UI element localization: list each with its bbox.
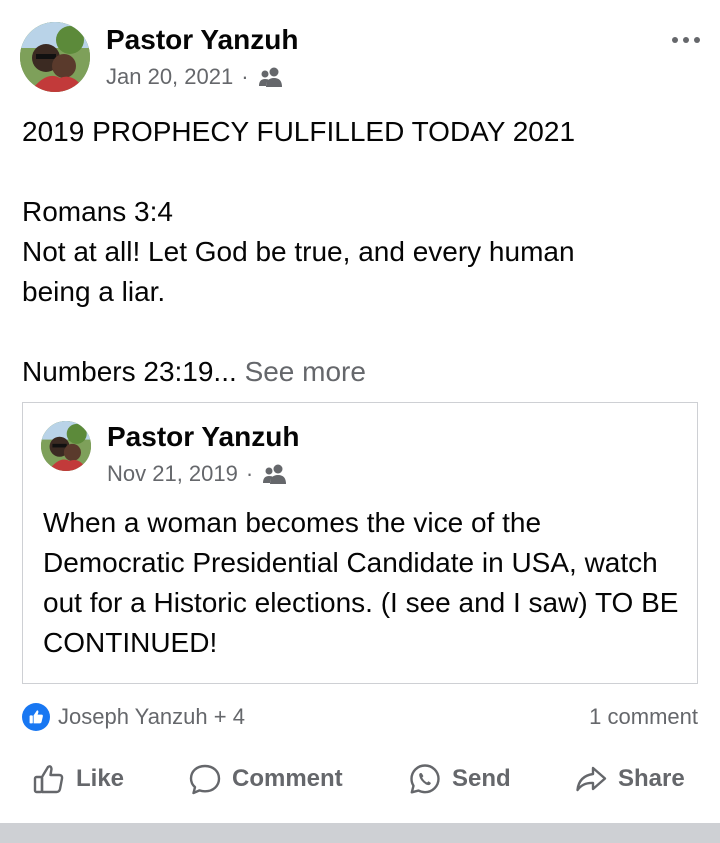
author-name[interactable]: Pastor Yanzuh — [106, 24, 298, 56]
like-button[interactable]: Like — [32, 762, 124, 796]
more-options-button[interactable] — [664, 30, 700, 50]
comment-count[interactable]: 1 comment — [589, 704, 698, 730]
reactions-summary[interactable]: Joseph Yanzuh + 4 — [22, 703, 245, 731]
post-body: 2019 PROPHECY FULFILLED TODAY 2021 Roman… — [22, 112, 702, 392]
shared-post-card[interactable]: Pastor Yanzuh Nov 21, 2019 · When a woma… — [22, 402, 698, 684]
reactors-names: Joseph Yanzuh + 4 — [58, 704, 245, 729]
post-text-line: Not at all! Let God be true, and every h… — [22, 236, 575, 307]
shared-author-name[interactable]: Pastor Yanzuh — [107, 421, 299, 453]
send-button[interactable]: Send — [408, 762, 511, 796]
share-button[interactable]: Share — [574, 762, 685, 796]
post-text-truncated: Numbers 23:19... — [22, 356, 237, 387]
comment-label: Comment — [232, 765, 343, 792]
post-header: Pastor Yanzuh Jan 20, 2021 · — [20, 22, 700, 98]
friends-icon — [261, 463, 289, 485]
shared-post-date[interactable]: Nov 21, 2019 — [107, 461, 238, 487]
post-text-line: 2019 PROPHECY FULFILLED TODAY 2021 — [22, 116, 576, 147]
share-icon — [576, 766, 607, 792]
dot-icon — [694, 37, 700, 43]
post-actions: Like Comment Send Share — [0, 752, 720, 808]
dot-icon — [672, 37, 678, 43]
meta-separator: · — [245, 461, 254, 486]
friends-icon — [257, 66, 285, 88]
dot-icon — [683, 37, 689, 43]
like-icon — [33, 765, 64, 794]
post-date[interactable]: Jan 20, 2021 — [106, 64, 233, 90]
comment-button[interactable]: Comment — [188, 762, 343, 796]
shared-post-meta: Nov 21, 2019 · — [107, 461, 289, 487]
see-more-link[interactable]: See more — [245, 356, 366, 387]
share-label: Share — [618, 765, 685, 792]
comment-icon — [189, 764, 221, 795]
send-label: Send — [452, 765, 511, 792]
whatsapp-icon — [410, 764, 440, 794]
like-reaction-icon — [22, 703, 50, 731]
shared-post-text: When a woman becomes the vice of the Dem… — [43, 507, 679, 658]
post-text-line: Romans 3:4 — [22, 196, 173, 227]
meta-separator: · — [241, 64, 249, 89]
like-label: Like — [76, 765, 125, 792]
author-avatar[interactable] — [20, 22, 90, 92]
post-meta: Jan 20, 2021 · — [106, 64, 285, 90]
reactions-bar: Joseph Yanzuh + 4 1 comment — [22, 700, 698, 734]
feed-separator — [0, 823, 720, 843]
shared-author-avatar[interactable] — [41, 421, 91, 471]
post-text-line: Numbers 23:19... See more — [22, 352, 702, 392]
